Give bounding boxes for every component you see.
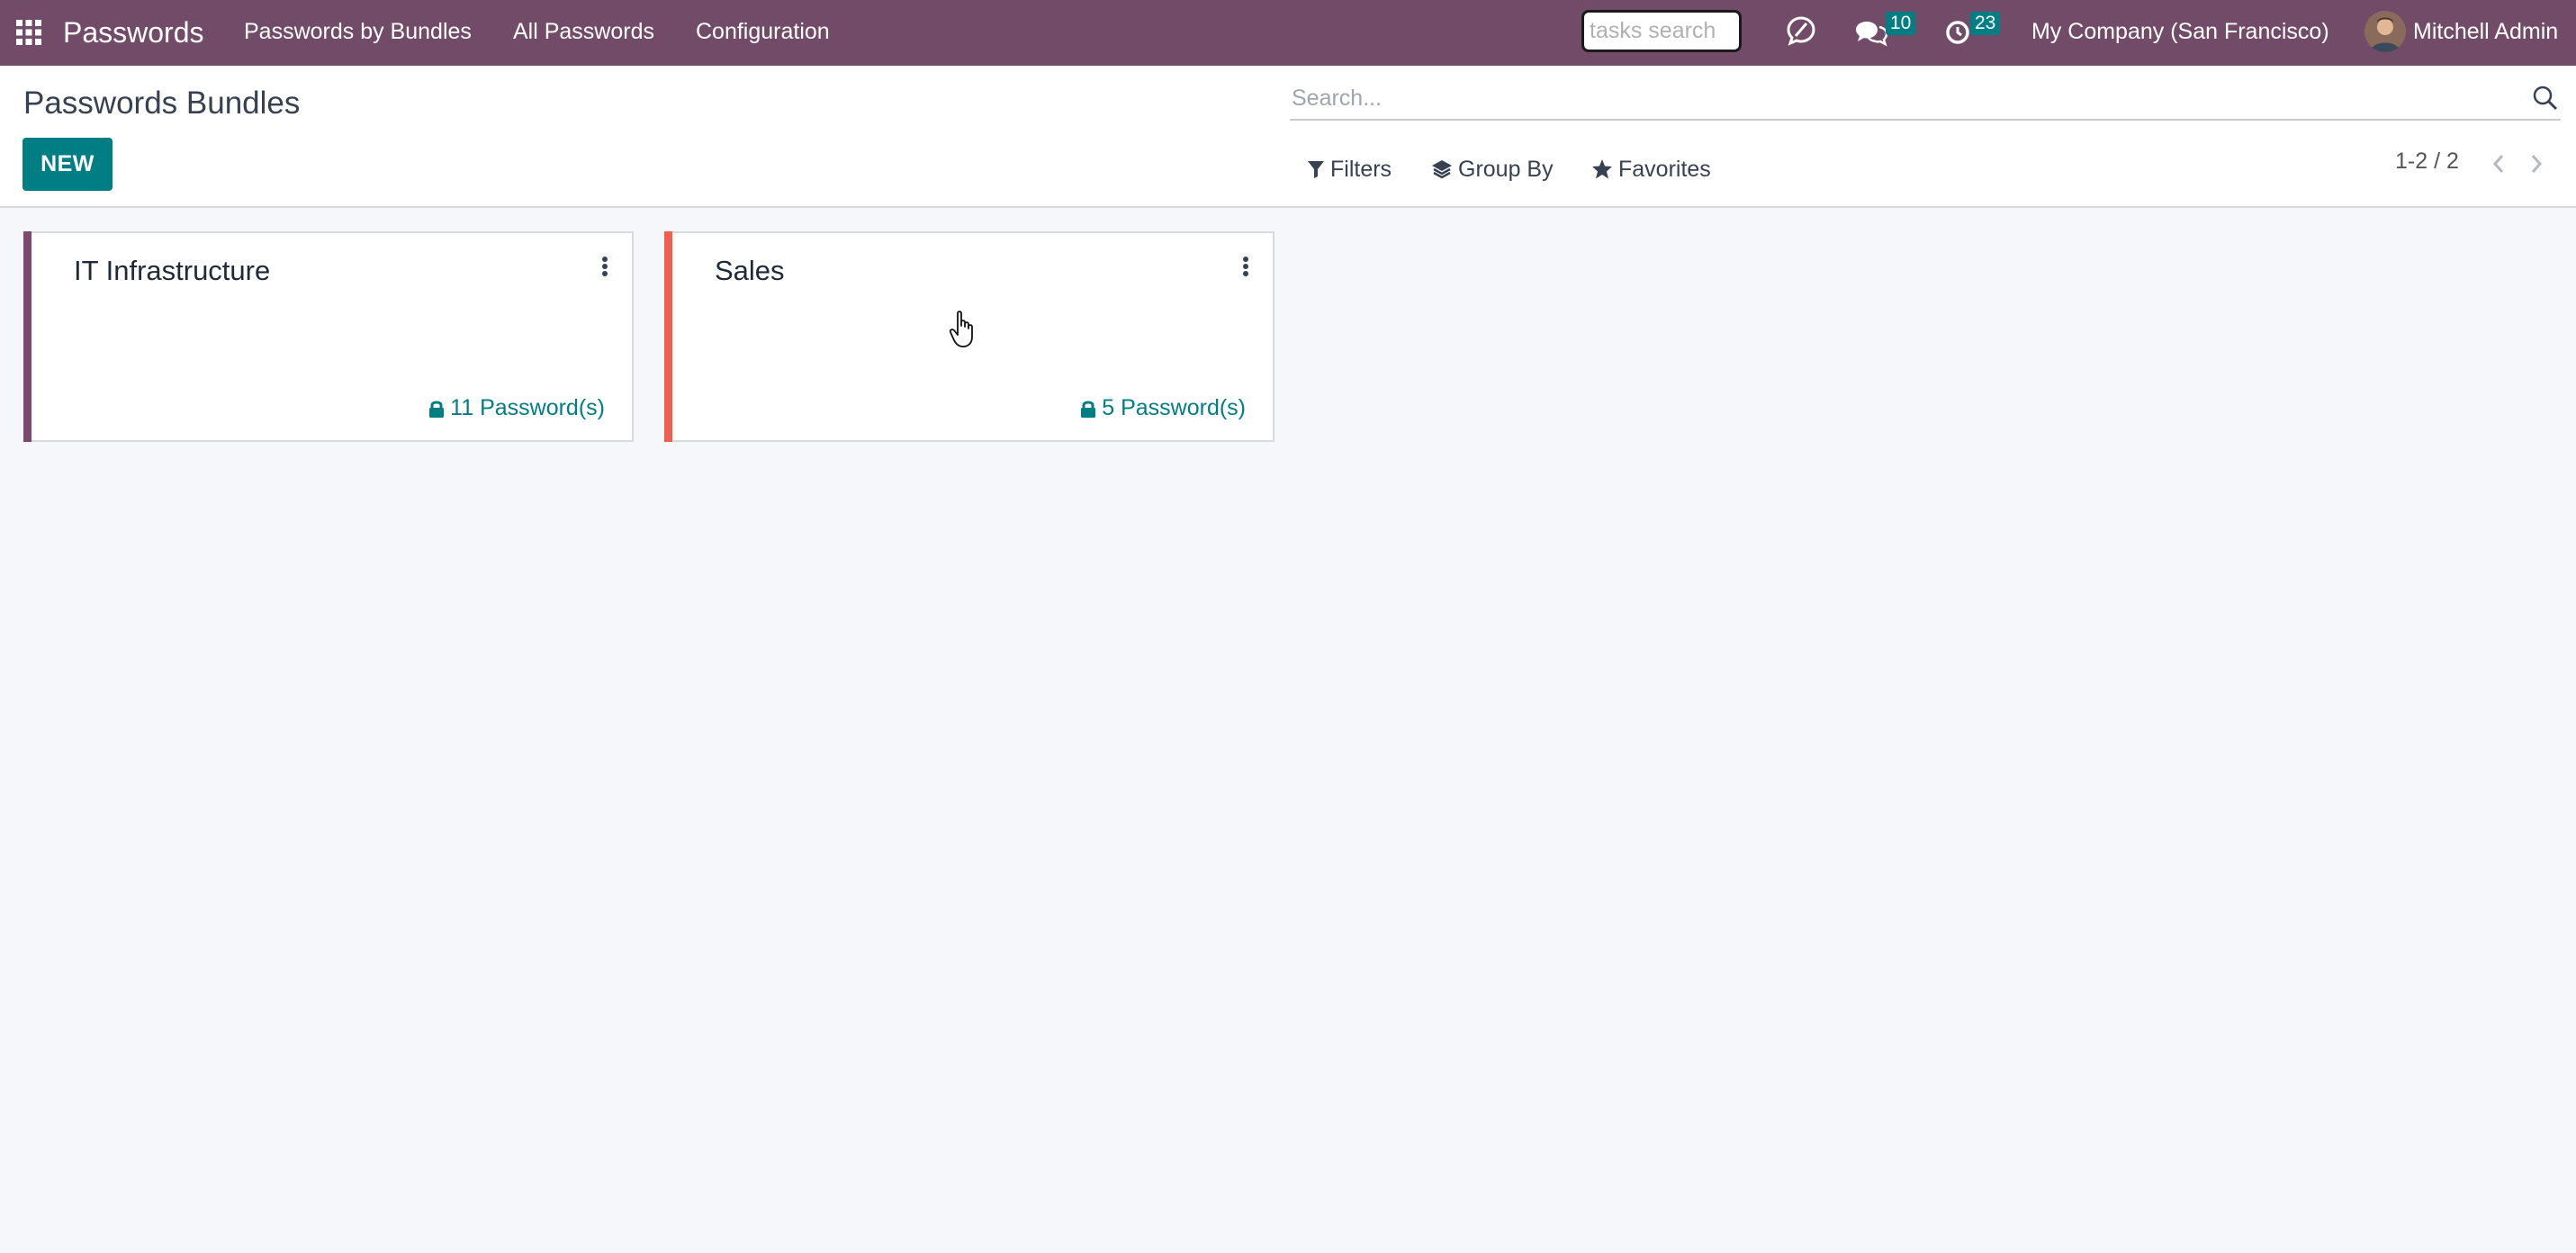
lock-icon xyxy=(1081,401,1096,418)
activities-badge: 23 xyxy=(1970,12,2001,35)
pager-value[interactable]: 1-2 / 2 xyxy=(2395,149,2459,175)
star-icon xyxy=(1592,159,1612,179)
layers-icon xyxy=(1432,160,1452,179)
menu-all-passwords[interactable]: All Passwords xyxy=(513,0,654,66)
user-menu[interactable]: Mitchell Admin xyxy=(2413,0,2558,66)
funnel-icon xyxy=(1308,161,1324,178)
menu-configuration[interactable]: Configuration xyxy=(696,0,830,66)
company-switcher[interactable]: My Company (San Francisco) xyxy=(2031,0,2329,66)
search-box xyxy=(1290,77,2561,121)
card-dropdown-kebab-icon[interactable] xyxy=(1240,255,1251,280)
app-name[interactable]: Passwords xyxy=(63,0,204,66)
search-input[interactable] xyxy=(1292,79,2516,117)
page-title: Passwords Bundles xyxy=(23,86,301,121)
activity-clock-icon[interactable] xyxy=(1943,17,1972,46)
favorites-button[interactable]: Favorites xyxy=(1591,151,1711,187)
pager-previous-icon[interactable] xyxy=(2486,149,2511,179)
group-by-label: Group By xyxy=(1458,156,1554,182)
search-icon[interactable] xyxy=(2532,85,2559,112)
new-button[interactable]: NEW xyxy=(23,138,113,191)
top-navbar: Passwords Passwords by Bundles All Passw… xyxy=(0,0,2576,66)
apps-grid-icon[interactable] xyxy=(16,20,41,45)
filters-label: Filters xyxy=(1330,156,1392,182)
kanban-card-it-infrastructure[interactable]: IT Infrastructure 11 Password(s) xyxy=(23,231,634,442)
password-count-label: 11 Password(s) xyxy=(450,395,605,420)
messages-badge: 10 xyxy=(1886,12,1916,35)
filters-button[interactable]: Filters xyxy=(1307,151,1392,187)
discuss-bubble-icon[interactable] xyxy=(1785,14,1817,47)
pager-next-icon[interactable] xyxy=(2524,149,2549,179)
card-color-bar xyxy=(664,231,672,442)
card-password-count[interactable]: 5 Password(s) xyxy=(1080,395,1246,421)
favorites-label: Favorites xyxy=(1618,156,1711,182)
tasks-search-input[interactable] xyxy=(1581,10,1742,52)
user-avatar[interactable] xyxy=(2364,11,2406,52)
card-password-count[interactable]: 11 Password(s) xyxy=(428,395,605,421)
lock-icon xyxy=(429,401,445,418)
control-panel: Passwords Bundles NEW Filters Group By F… xyxy=(0,66,2576,208)
password-count-label: 5 Password(s) xyxy=(1102,395,1246,420)
card-title: IT Infrastructure xyxy=(74,255,271,286)
messages-icon[interactable] xyxy=(1854,18,1888,47)
group-by-button[interactable]: Group By xyxy=(1431,151,1554,187)
menu-passwords-by-bundles[interactable]: Passwords by Bundles xyxy=(244,0,472,66)
card-title: Sales xyxy=(715,255,785,286)
card-color-bar xyxy=(23,231,32,442)
card-dropdown-kebab-icon[interactable] xyxy=(599,255,610,280)
kanban-card-sales[interactable]: Sales 5 Password(s) xyxy=(664,231,1274,442)
